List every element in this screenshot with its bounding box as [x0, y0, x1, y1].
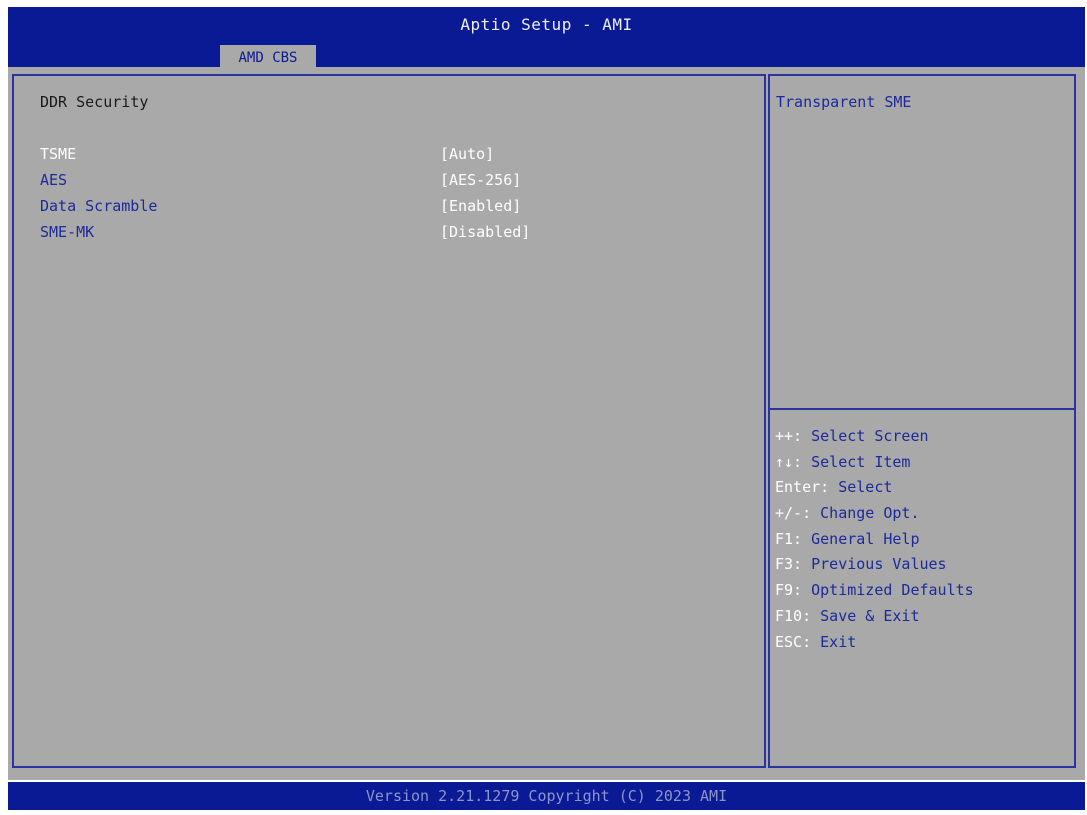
key-hint: +/-: Change Opt.	[775, 504, 974, 530]
option-label: SME-MK	[40, 223, 95, 241]
key-name: F9:	[775, 581, 803, 600]
key-name: F1:	[775, 529, 803, 548]
window-title: Aptio Setup - AMI	[460, 15, 633, 34]
option-label: Data Scramble	[40, 197, 158, 215]
key-name: ESC:	[775, 632, 812, 651]
key-action: General Help	[802, 529, 920, 548]
help-divider	[770, 408, 1074, 410]
key-name: Enter:	[775, 478, 830, 497]
option-row-aes[interactable]: AES [AES-256]	[40, 171, 740, 197]
key-action: Save & Exit	[811, 606, 920, 625]
key-action: Select Item	[802, 452, 911, 471]
help-description: Transparent SME	[776, 93, 912, 111]
key-hint: F3: Previous Values	[775, 555, 974, 581]
key-action: Exit	[811, 632, 857, 651]
option-label: TSME	[40, 145, 77, 163]
key-hint: Enter: Select	[775, 478, 974, 504]
key-action: Select Screen	[802, 427, 929, 445]
option-row-data-scramble[interactable]: Data Scramble [Enabled]	[40, 197, 740, 223]
option-value[interactable]: [Enabled]	[440, 197, 521, 215]
option-value[interactable]: [AES-256]	[440, 171, 521, 189]
option-value[interactable]: [Auto]	[440, 145, 494, 163]
key-hint: F10: Save & Exit	[775, 607, 974, 633]
title-bar: Aptio Setup - AMI AMD CBS	[8, 7, 1085, 70]
key-legend: ++: Select Screen ↑↓: Select Item Enter:…	[775, 427, 974, 658]
key-hint: F1: General Help	[775, 530, 974, 556]
key-hint: ESC: Exit	[775, 633, 974, 659]
option-label: AES	[40, 171, 68, 189]
key-name: ++:	[775, 427, 803, 445]
key-hint: ++: Select Screen	[775, 427, 974, 453]
key-hint: F9: Optimized Defaults	[775, 581, 974, 607]
key-hint: ↑↓: Select Item	[775, 453, 974, 479]
bios-screen: Aptio Setup - AMI AMD CBS DDR Security T…	[0, 0, 1087, 815]
option-row-tsme[interactable]: TSME [Auto]	[40, 145, 740, 171]
key-action: Previous Values	[802, 555, 947, 574]
key-name: +/-:	[775, 504, 812, 523]
key-action: Select	[829, 478, 893, 497]
key-name: F10:	[775, 606, 812, 625]
section-title: DDR Security	[40, 93, 149, 111]
option-value[interactable]: [Disabled]	[440, 223, 530, 241]
version-footer: Version 2.21.1279 Copyright (C) 2023 AMI	[8, 782, 1085, 810]
help-panel	[768, 74, 1076, 768]
key-name: F3:	[775, 555, 803, 574]
key-action: Change Opt.	[811, 504, 920, 523]
option-row-sme-mk[interactable]: SME-MK [Disabled]	[40, 223, 740, 249]
key-action: Optimized Defaults	[802, 581, 974, 600]
key-name: ↑↓:	[775, 452, 803, 471]
